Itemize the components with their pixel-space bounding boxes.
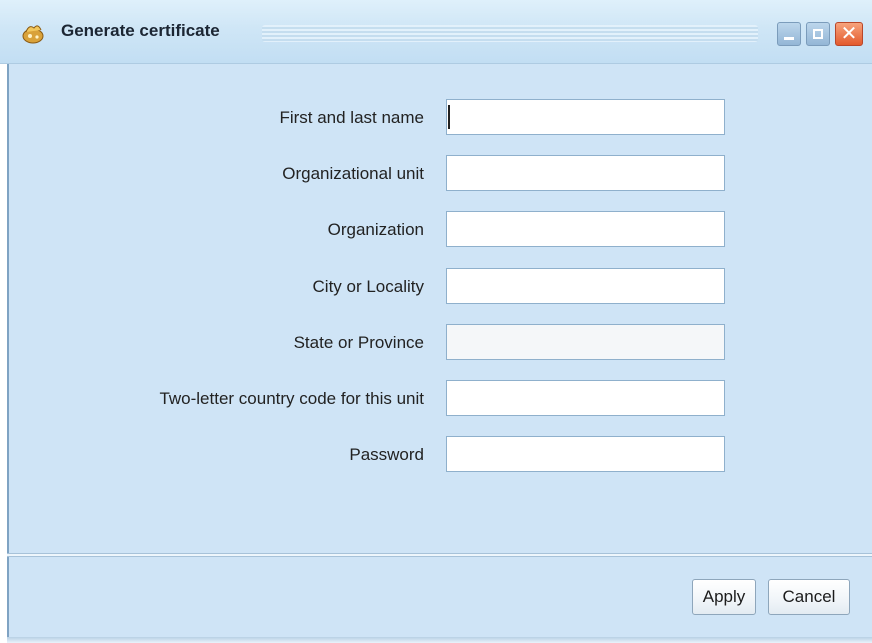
- city-locality-label: City or Locality: [312, 277, 424, 296]
- maximize-icon: [813, 29, 823, 39]
- organization-label: Organization: [327, 220, 424, 239]
- close-button[interactable]: ✕: [835, 22, 863, 46]
- state-province-input[interactable]: [446, 324, 725, 360]
- window-bottom-border: [7, 637, 872, 643]
- window-title: Generate certificate: [61, 21, 220, 40]
- certificate-app-icon: [22, 25, 44, 44]
- cancel-button[interactable]: Cancel: [768, 579, 850, 615]
- generate-certificate-window: Generate certificate ✕ First and last na…: [0, 0, 872, 643]
- minimize-button[interactable]: [777, 22, 801, 46]
- certificate-form: First and last name Organizational unit …: [7, 64, 872, 555]
- apply-button[interactable]: Apply: [692, 579, 756, 615]
- state-province-label: State or Province: [293, 333, 424, 352]
- first-last-name-input[interactable]: [446, 99, 725, 135]
- close-icon: ✕: [840, 23, 858, 45]
- password-input[interactable]: [446, 436, 725, 472]
- maximize-button[interactable]: [806, 22, 830, 46]
- country-code-label: Two-letter country code for this unit: [159, 389, 424, 408]
- first-last-name-label: First and last name: [279, 108, 424, 127]
- organization-input[interactable]: [446, 211, 725, 247]
- city-locality-input[interactable]: [446, 268, 725, 304]
- title-bar[interactable]: Generate certificate ✕: [0, 0, 872, 64]
- country-code-input[interactable]: [446, 380, 725, 416]
- text-caret: [448, 105, 450, 129]
- password-label: Password: [349, 445, 424, 464]
- organizational-unit-label: Organizational unit: [282, 164, 424, 183]
- minimize-icon: [784, 37, 794, 40]
- organizational-unit-input[interactable]: [446, 155, 725, 191]
- title-bar-grip: [262, 25, 758, 42]
